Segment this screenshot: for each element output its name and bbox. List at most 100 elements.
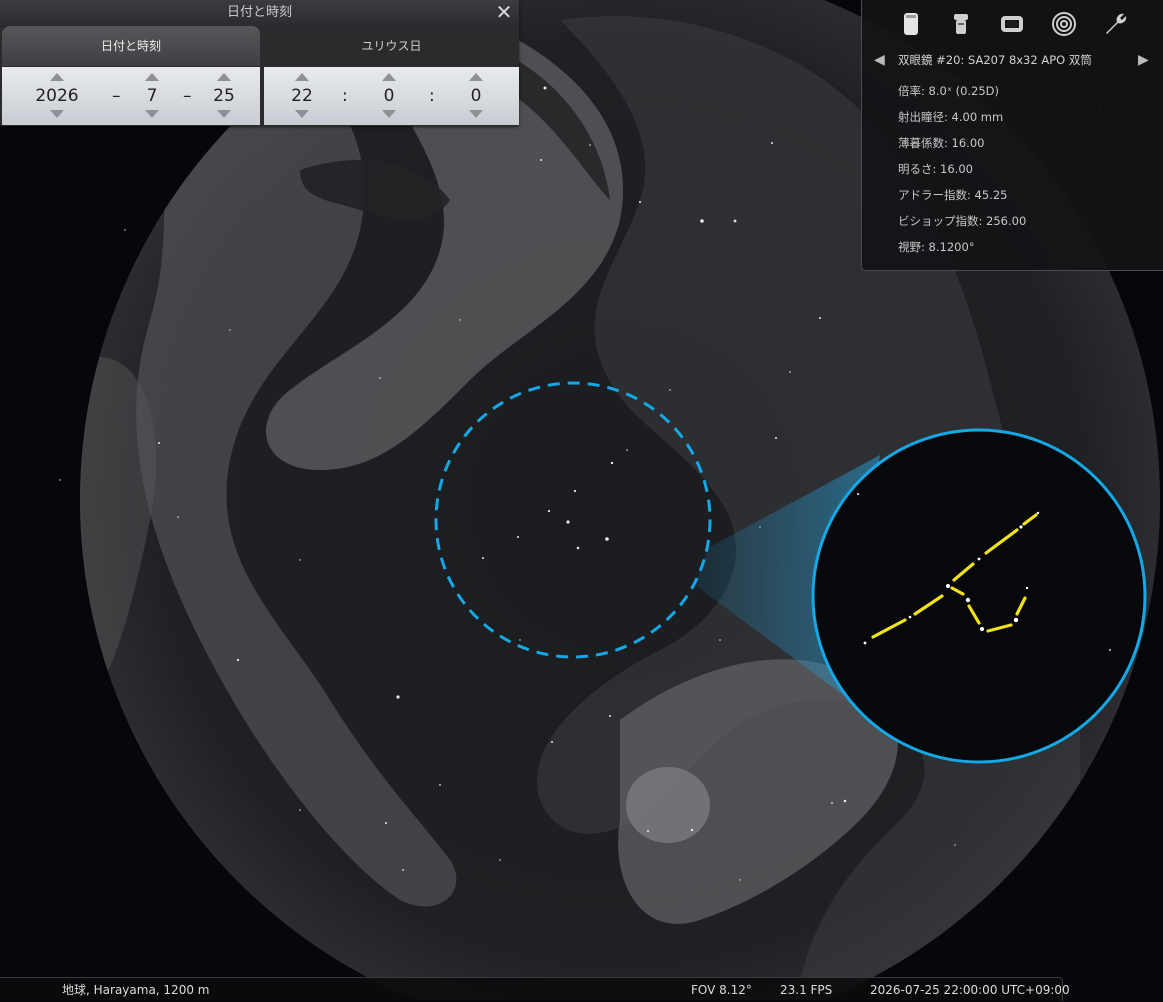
star[interactable] <box>158 442 160 444</box>
star[interactable] <box>385 822 387 824</box>
twilight-factor-info: 薄暮係数: 16.00 <box>898 136 985 150</box>
star[interactable] <box>124 229 126 231</box>
close-icon[interactable]: ✕ <box>493 0 515 25</box>
star[interactable] <box>439 784 441 786</box>
fov-label: FOV 8.12° <box>691 983 752 997</box>
star[interactable] <box>775 437 777 439</box>
month-spinbox[interactable]: 7 <box>132 67 172 125</box>
star[interactable] <box>610 461 614 465</box>
hour-value[interactable]: 22 <box>282 85 322 107</box>
star[interactable] <box>589 144 591 146</box>
binocular-title: 双眼鏡 #20: SA207 8x32 APO 双筒 <box>898 53 1092 67</box>
next-binocular-icon[interactable]: ▶ <box>1138 52 1149 68</box>
second-down-arrow-icon[interactable] <box>469 110 483 118</box>
star[interactable] <box>831 802 833 804</box>
time-panel: 22 : 0 : 0 <box>264 67 519 125</box>
year-spinbox[interactable]: 2026 <box>32 67 82 125</box>
telrad-icon[interactable] <box>1050 10 1078 38</box>
star[interactable] <box>639 201 641 203</box>
datetime-dialog: 日付と時刻 ✕ 日付と時刻 ユリウス日 2026 – 7 – 25 22 : 0… <box>0 0 519 126</box>
date-separator: – <box>183 86 192 106</box>
star[interactable] <box>771 142 773 144</box>
star[interactable] <box>229 329 231 331</box>
tab-date-time[interactable]: 日付と時刻 <box>2 26 260 66</box>
star[interactable] <box>299 559 301 561</box>
star[interactable] <box>573 489 577 493</box>
minute-spinbox[interactable]: 0 <box>369 67 409 125</box>
star[interactable] <box>576 546 580 550</box>
star[interactable] <box>739 879 741 881</box>
brightness-info: 明るさ: 16.00 <box>898 162 973 176</box>
hour-spinbox[interactable]: 22 <box>282 67 322 125</box>
magnifier-view[interactable] <box>811 428 1147 764</box>
star[interactable] <box>843 799 847 803</box>
star[interactable] <box>551 741 553 743</box>
star[interactable] <box>609 715 611 717</box>
adler-index-info: アドラー指数: 45.25 <box>898 188 1008 202</box>
date-panel: 2026 – 7 – 25 <box>2 67 260 125</box>
star[interactable] <box>669 389 671 391</box>
star[interactable] <box>517 536 519 538</box>
eyepiece-icon[interactable] <box>947 10 975 38</box>
location-label[interactable]: 地球, Harayama, 1200 m <box>62 978 209 1002</box>
day-value[interactable]: 25 <box>204 85 244 107</box>
star[interactable] <box>540 159 542 161</box>
dialog-title[interactable]: 日付と時刻 <box>0 0 519 25</box>
star[interactable] <box>402 869 404 871</box>
star[interactable] <box>789 371 791 373</box>
previous-binocular-icon[interactable]: ◀ <box>874 52 885 68</box>
star[interactable] <box>459 319 461 321</box>
datetime-label[interactable]: 2026-07-25 22:00:00 UTC+09:00 <box>870 978 1070 1002</box>
star[interactable] <box>396 695 400 699</box>
settings-wrench-icon[interactable] <box>1102 10 1130 38</box>
second-value[interactable]: 0 <box>456 85 496 107</box>
star[interactable] <box>236 658 240 662</box>
second-up-arrow-icon[interactable] <box>469 73 483 81</box>
star[interactable] <box>482 557 484 559</box>
star[interactable] <box>690 828 694 832</box>
month-value[interactable]: 7 <box>132 85 172 107</box>
minute-value[interactable]: 0 <box>369 85 409 107</box>
star[interactable] <box>626 449 628 451</box>
magnification-info: 倍率: 8.0ˣ (0.25D) <box>898 84 1000 98</box>
star[interactable] <box>719 639 721 641</box>
star[interactable] <box>499 859 501 861</box>
oculars-panel: ◀ 双眼鏡 #20: SA207 8x32 APO 双筒 ▶ 倍率: 8.0ˣ … <box>861 0 1163 271</box>
star[interactable] <box>299 809 301 811</box>
year-up-arrow-icon[interactable] <box>50 73 64 81</box>
exit-pupil-info: 射出瞳径: 4.00 mm <box>898 110 1004 124</box>
hour-down-arrow-icon[interactable] <box>295 110 309 118</box>
second-spinbox[interactable]: 0 <box>456 67 496 125</box>
month-up-arrow-icon[interactable] <box>145 73 159 81</box>
field-of-view-info: 視野: 8.1200° <box>898 240 975 254</box>
minute-up-arrow-icon[interactable] <box>382 73 396 81</box>
star[interactable] <box>700 219 704 223</box>
star[interactable] <box>547 509 551 513</box>
time-separator: : <box>429 86 435 106</box>
year-value[interactable]: 2026 <box>32 85 82 107</box>
star[interactable] <box>543 86 547 90</box>
star[interactable] <box>605 537 609 541</box>
star[interactable] <box>819 317 821 319</box>
day-spinbox[interactable]: 25 <box>204 67 244 125</box>
fps-label: 23.1 FPS <box>780 983 833 997</box>
star[interactable] <box>177 516 179 518</box>
star[interactable] <box>647 830 649 832</box>
day-up-arrow-icon[interactable] <box>217 73 231 81</box>
year-down-arrow-icon[interactable] <box>50 110 64 118</box>
minute-down-arrow-icon[interactable] <box>382 110 396 118</box>
star[interactable] <box>954 844 956 846</box>
star[interactable] <box>733 219 737 223</box>
star[interactable] <box>59 479 61 481</box>
ccd-sensor-icon[interactable] <box>998 10 1026 38</box>
time-separator: : <box>342 86 348 106</box>
hour-up-arrow-icon[interactable] <box>295 73 309 81</box>
month-down-arrow-icon[interactable] <box>145 110 159 118</box>
day-down-arrow-icon[interactable] <box>217 110 231 118</box>
ocular-icon[interactable] <box>897 10 925 38</box>
tab-julian-day[interactable]: ユリウス日 <box>264 26 519 66</box>
star[interactable] <box>566 520 570 524</box>
star[interactable] <box>379 377 381 379</box>
star[interactable] <box>519 639 521 641</box>
bishop-index-info: ビショップ指数: 256.00 <box>898 214 1027 228</box>
